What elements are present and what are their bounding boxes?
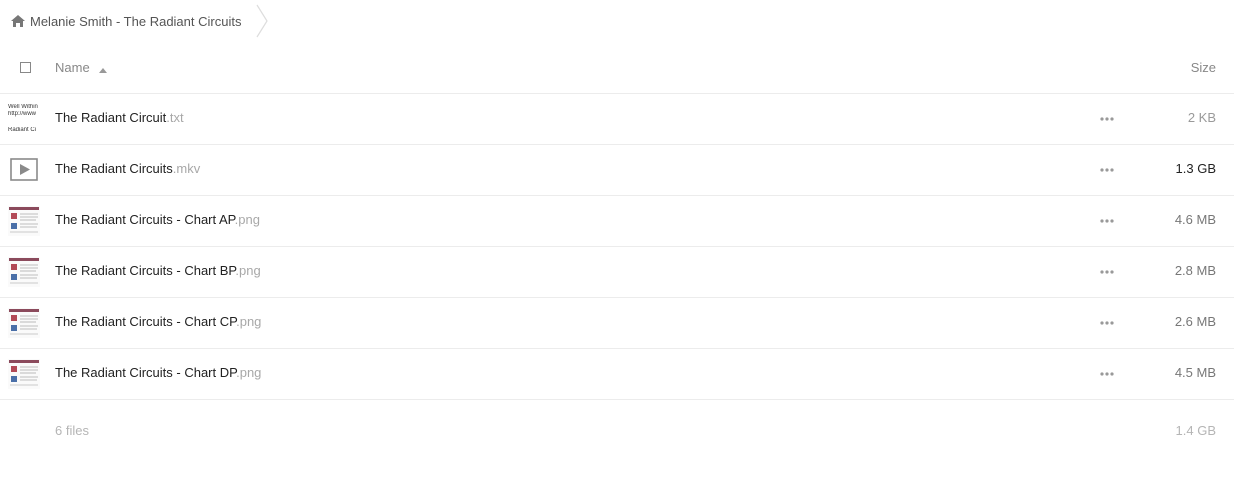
file-basename: The Radiant Circuits - Chart BP [55,263,236,278]
file-extension: .mkv [172,161,201,176]
file-row[interactable]: The Radiant Circuits.mkv 1.3 GB [0,145,1234,196]
image-thumbnail [8,359,40,389]
more-actions-icon[interactable] [1099,366,1115,382]
file-name[interactable]: The Radiant Circuit.txt [55,110,184,125]
file-row[interactable]: The Radiant Circuits - Chart BP.png 2.8 M… [0,247,1234,298]
file-basename: The Radiant Circuits - Chart CP [55,314,237,329]
file-extension: .png [236,314,262,329]
more-actions-icon[interactable] [1099,162,1115,178]
file-count: 6 files [55,423,89,438]
file-row[interactable]: The Radiant Circuits - Chart CP.png 2.6 M… [0,298,1234,349]
total-size: 1.4 GB [1175,423,1216,438]
breadcrumb-chevron-icon [255,4,269,38]
image-thumbnail [8,308,40,338]
thumbnail-text-line: Well Within [8,104,38,110]
file-size: 2 KB [1187,110,1216,125]
size-column-header[interactable]: Size [1191,60,1216,75]
breadcrumb: Melanie Smith - The Radiant Circuits [10,4,269,38]
file-size: 4.5 MB [1174,365,1216,380]
more-actions-icon[interactable] [1099,264,1115,280]
file-name[interactable]: The Radiant Circuits - Chart BP.png [55,263,261,278]
text-file-thumbnail: Well Within http://www Radiant Ci [8,104,40,134]
file-list-summary: 6 files 1.4 GB [0,400,1234,460]
file-size: 4.6 MB [1174,212,1216,227]
video-thumbnail-icon [8,155,40,185]
more-actions-icon[interactable] [1099,111,1115,127]
sort-ascending-icon [99,61,108,76]
file-name[interactable]: The Radiant Circuits - Chart CP.png [55,314,261,329]
file-name[interactable]: The Radiant Circuits.mkv [55,161,200,176]
name-column-label: Name [55,60,90,75]
file-size: 2.6 MB [1174,314,1216,329]
thumbnail-text-line: Radiant Ci [8,127,37,133]
file-name[interactable]: The Radiant Circuits - Chart AP.png [55,212,260,227]
file-basename: The Radiant Circuits - Chart AP [55,212,235,227]
thumbnail-text-line: http://www [8,111,37,117]
file-row[interactable]: The Radiant Circuits - Chart DP.png 4.5 M… [0,349,1234,400]
file-extension: .png [236,365,262,380]
file-row[interactable]: Well Within http://www Radiant Ci The Radia… [0,94,1234,145]
file-name[interactable]: The Radiant Circuits - Chart DP.png [55,365,261,380]
file-list-header: Name Size [0,43,1234,94]
file-basename: The Radiant Circuits [55,161,173,176]
file-basename: The Radiant Circuit [55,110,167,125]
file-size: 2.8 MB [1174,263,1216,278]
file-basename: The Radiant Circuits - Chart DP [55,365,237,380]
file-list: Name Size Well Within http://www Radiant C… [0,43,1234,460]
file-extension: .png [234,212,260,227]
image-thumbnail [8,206,40,236]
file-size: 1.3 GB [1175,161,1216,176]
image-thumbnail [8,257,40,287]
name-column-header[interactable]: Name [55,60,108,76]
select-all-checkbox[interactable] [20,62,31,73]
file-extension: .png [235,263,261,278]
more-actions-icon[interactable] [1099,315,1115,331]
file-rows: Well Within http://www Radiant Ci The Radia… [0,94,1234,400]
breadcrumb-folder-link[interactable]: Melanie Smith - The Radiant Circuits [30,14,241,29]
home-icon[interactable] [10,14,26,28]
more-actions-icon[interactable] [1099,213,1115,229]
file-extension: .txt [166,110,184,125]
file-row[interactable]: The Radiant Circuits - Chart AP.png 4.6 M… [0,196,1234,247]
